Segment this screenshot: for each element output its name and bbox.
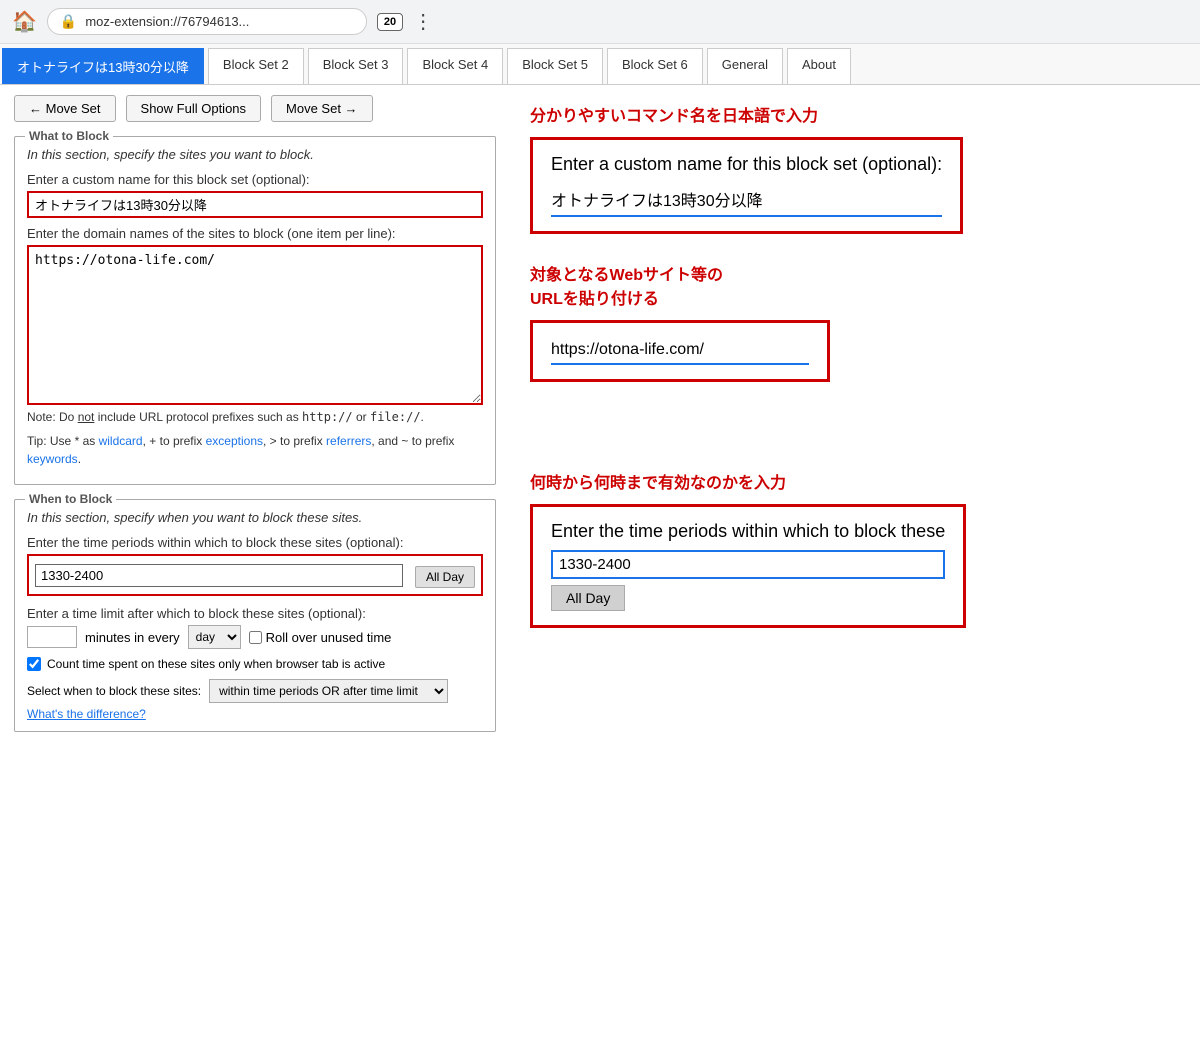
all-day-button[interactable]: All Day <box>415 566 475 588</box>
note-text: Note: Do not include URL protocol prefix… <box>27 408 483 426</box>
right-panel: 分かりやすいコマンド名を日本語で入力 Enter a custom name f… <box>510 85 1200 756</box>
annotation-time-input[interactable] <box>551 550 945 579</box>
domain-label: Enter the domain names of the sites to b… <box>27 226 483 241</box>
show-full-options-button[interactable]: Show Full Options <box>126 95 262 122</box>
tab-block-set-2[interactable]: Block Set 2 <box>208 48 304 84</box>
spacer <box>530 412 1180 472</box>
tab-count[interactable]: 20 <box>377 13 403 31</box>
whats-difference-container: What's the difference? <box>27 707 483 721</box>
when-to-block-title: When to Block <box>25 492 116 506</box>
what-to-block-desc: In this section, specify the sites you w… <box>27 147 483 162</box>
wildcard-link[interactable]: wildcard <box>99 434 143 448</box>
annotation-name-title: 分かりやすいコマンド名を日本語で入力 <box>530 105 1180 129</box>
tip-sep1: , + to prefix <box>143 434 206 448</box>
annotation-time-box: Enter the time periods within which to b… <box>530 504 966 628</box>
annotation-url-value: https://otona-life.com/ <box>551 337 809 365</box>
period-select[interactable]: day hour <box>188 625 241 649</box>
roll-over-label: Roll over unused time <box>249 630 392 645</box>
whats-difference-link[interactable]: What's the difference? <box>27 707 146 721</box>
url-text: moz-extension://76794613... <box>85 14 249 29</box>
move-set-right-button[interactable]: Move Set → <box>271 95 373 122</box>
time-limit-row: minutes in every day hour Roll over unus… <box>27 625 483 649</box>
select-when-label: Select when to block these sites: <box>27 684 201 698</box>
note-rest: include URL protocol prefixes such as ht… <box>94 410 424 424</box>
tab-general[interactable]: General <box>707 48 783 84</box>
tip-sep3: , and ~ to prefix <box>371 434 454 448</box>
browser-chrome: 🏠 🔒 moz-extension://76794613... 20 ⋮ <box>0 0 1200 44</box>
tab-block-set-1[interactable]: オトナライフは13時30分以降 <box>2 48 204 84</box>
annotation-url: 対象となるWebサイト等の URLを貼り付ける https://otona-li… <box>530 264 1180 382</box>
what-to-block-section: What to Block In this section, specify t… <box>14 136 496 485</box>
count-time-row: Count time spent on these sites only whe… <box>27 657 483 671</box>
annotation-name-box-label: Enter a custom name for this block set (… <box>551 154 942 175</box>
note-not: not <box>78 410 95 424</box>
left-panel: ← Move Set Show Full Options Move Set → … <box>0 85 510 756</box>
annotation-all-day-button[interactable]: All Day <box>551 585 625 611</box>
tip-text: Tip: Use * as wildcard, + to prefix exce… <box>27 432 483 468</box>
what-to-block-title: What to Block <box>25 129 113 143</box>
roll-over-checkbox[interactable] <box>249 631 262 644</box>
lock-icon: 🔒 <box>60 13 77 30</box>
tab-block-set-3[interactable]: Block Set 3 <box>308 48 404 84</box>
keywords-link[interactable]: keywords <box>27 452 78 466</box>
custom-name-label: Enter a custom name for this block set (… <box>27 172 483 187</box>
domain-textarea[interactable]: https://otona-life.com/ <box>27 245 483 405</box>
tab-block-set-5[interactable]: Block Set 5 <box>507 48 603 84</box>
address-bar[interactable]: 🔒 moz-extension://76794613... <box>47 8 367 35</box>
block-when-select[interactable]: within time periods OR after time limit … <box>209 679 448 703</box>
annotation-url-title: 対象となるWebサイト等の URLを貼り付ける <box>530 264 1180 312</box>
menu-dots-icon[interactable]: ⋮ <box>413 9 433 34</box>
annotation-name: 分かりやすいコマンド名を日本語で入力 Enter a custom name f… <box>530 105 1180 234</box>
custom-name-input[interactable] <box>27 191 483 218</box>
tip-label: Tip: Use * as <box>27 434 99 448</box>
main-content: ← Move Set Show Full Options Move Set → … <box>0 85 1200 756</box>
time-limit-label: Enter a time limit after which to block … <box>27 606 483 621</box>
time-period-container: All Day <box>27 554 483 596</box>
when-to-block-desc: In this section, specify when you want t… <box>27 510 483 525</box>
annotation-time: 何時から何時まで有効なのかを入力 Enter the time periods … <box>530 472 1180 628</box>
count-time-checkbox[interactable] <box>27 657 41 671</box>
annotation-time-label: Enter the time periods within which to b… <box>551 521 945 542</box>
home-icon[interactable]: 🏠 <box>12 9 37 34</box>
tab-block-set-6[interactable]: Block Set 6 <box>607 48 703 84</box>
note-label: Note: Do <box>27 410 78 424</box>
referrers-link[interactable]: referrers <box>326 434 371 448</box>
annotation-time-title: 何時から何時まで有効なのかを入力 <box>530 472 1180 496</box>
when-to-block-section: When to Block In this section, specify w… <box>14 499 496 732</box>
annotation-url-box: https://otona-life.com/ <box>530 320 830 382</box>
annotation-name-box: Enter a custom name for this block set (… <box>530 137 963 234</box>
move-set-left-button[interactable]: ← Move Set <box>14 95 116 122</box>
select-when-row: Select when to block these sites: within… <box>27 679 483 703</box>
tab-block-set-4[interactable]: Block Set 4 <box>407 48 503 84</box>
count-time-label: Count time spent on these sites only whe… <box>47 657 385 671</box>
tab-about[interactable]: About <box>787 48 851 84</box>
time-period-input[interactable] <box>35 564 403 587</box>
tip-sep2: , > to prefix <box>263 434 326 448</box>
tabs-container: オトナライフは13時30分以降 Block Set 2 Block Set 3 … <box>0 44 1200 85</box>
exceptions-link[interactable]: exceptions <box>206 434 263 448</box>
time-period-label: Enter the time periods within which to b… <box>27 535 483 550</box>
minutes-label: minutes in every <box>85 630 180 645</box>
annotation-name-box-value: オトナライフは13時30分以降 <box>551 183 942 217</box>
tip-end: . <box>78 452 81 466</box>
action-bar: ← Move Set Show Full Options Move Set → <box>14 95 496 122</box>
minutes-input[interactable] <box>27 626 77 648</box>
